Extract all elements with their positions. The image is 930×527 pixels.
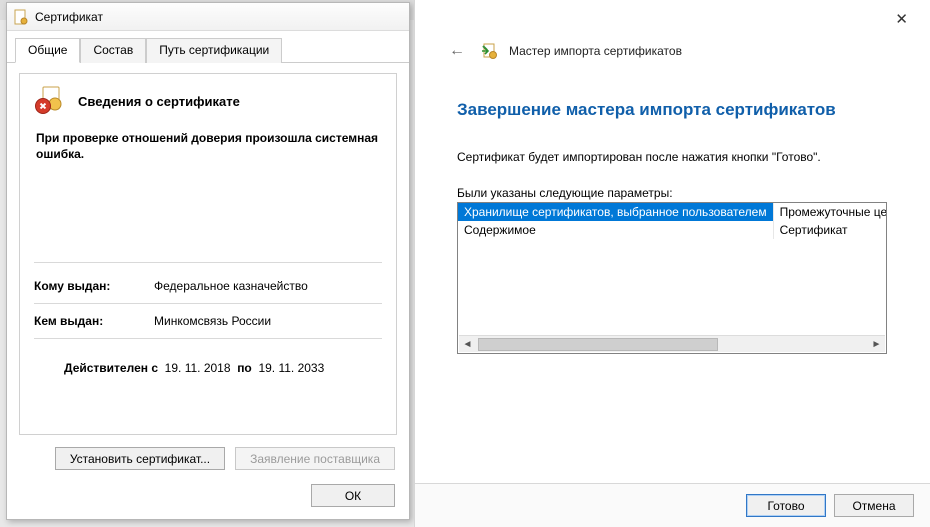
wizard-cert-icon: [481, 42, 499, 60]
certificate-error-text: При проверке отношений доверия произошла…: [34, 124, 382, 162]
certificate-title-icon: [13, 9, 29, 25]
certificate-info-frame: Сведения о сертификате При проверке отно…: [19, 73, 397, 435]
param-value: Сертификат: [773, 221, 887, 239]
certificate-dialog: Сертификат Общие Состав Путь сертификаци…: [6, 2, 410, 520]
param-value: Промежуточные центры сер: [773, 203, 887, 221]
table-row[interactable]: Содержимое Сертификат: [458, 221, 887, 239]
tab-details[interactable]: Состав: [80, 38, 146, 63]
validity-row: Действителен с 19. 11. 2018 по 19. 11. 2…: [34, 343, 382, 375]
import-wizard-window: ✕ ← Мастер импорта сертификатов Завершен…: [414, 0, 930, 527]
issued-to-value: Федеральное казначейство: [154, 279, 308, 293]
horizontal-scrollbar[interactable]: ◄ ►: [459, 335, 885, 352]
back-arrow-icon[interactable]: ←: [443, 40, 471, 62]
wizard-heading: Завершение мастера импорта сертификатов: [457, 100, 888, 120]
validity-from: 19. 11. 2018: [165, 361, 231, 375]
cancel-button[interactable]: Отмена: [834, 494, 914, 517]
scrollbar-thumb[interactable]: [478, 338, 718, 351]
param-key: Хранилище сертификатов, выбранное пользо…: [458, 203, 773, 221]
certificate-tabs: Общие Состав Путь сертификации: [7, 31, 409, 63]
close-button[interactable]: ✕: [887, 6, 916, 32]
install-certificate-button[interactable]: Установить сертификат...: [55, 447, 225, 470]
validity-label: Действителен с: [64, 361, 158, 375]
certificate-title: Сертификат: [35, 10, 103, 24]
tab-general[interactable]: Общие: [15, 38, 80, 63]
wizard-params-table: Хранилище сертификатов, выбранное пользо…: [457, 202, 887, 354]
issued-to-label: Кому выдан:: [34, 279, 154, 293]
finish-button[interactable]: Готово: [746, 494, 826, 517]
validity-sep: по: [237, 361, 252, 375]
validity-to: 19. 11. 2033: [258, 361, 324, 375]
param-key: Содержимое: [458, 221, 773, 239]
table-row[interactable]: Хранилище сертификатов, выбранное пользо…: [458, 203, 887, 221]
divider: [34, 303, 382, 304]
wizard-footer: Готово Отмена: [415, 483, 930, 527]
wizard-params-label: Были указаны следующие параметры:: [457, 186, 888, 200]
tab-panel-general: Сведения о сертификате При проверке отно…: [7, 63, 409, 480]
issued-by-value: Минкомсвязь России: [154, 314, 271, 328]
tab-cert-path[interactable]: Путь сертификации: [146, 38, 282, 63]
divider: [34, 262, 382, 263]
divider: [34, 338, 382, 339]
wizard-header-title: Мастер импорта сертификатов: [509, 44, 682, 58]
supplier-statement-button: Заявление поставщика: [235, 447, 395, 470]
issued-to-row: Кому выдан: Федеральное казначейство: [34, 273, 382, 299]
wizard-body: Завершение мастера импорта сертификатов …: [415, 70, 930, 354]
wizard-description: Сертификат будет импортирован после нажа…: [457, 150, 888, 164]
certificate-error-icon: [34, 84, 68, 118]
wizard-header: ← Мастер импорта сертификатов: [415, 0, 930, 70]
scroll-left-icon[interactable]: ◄: [459, 337, 476, 352]
scroll-right-icon[interactable]: ►: [868, 337, 885, 352]
certificate-titlebar[interactable]: Сертификат: [7, 3, 409, 31]
issued-by-row: Кем выдан: Минкомсвязь России: [34, 308, 382, 334]
issued-by-label: Кем выдан:: [34, 314, 154, 328]
certificate-info-header: Сведения о сертификате: [78, 94, 240, 109]
ok-button[interactable]: ОК: [311, 484, 395, 507]
